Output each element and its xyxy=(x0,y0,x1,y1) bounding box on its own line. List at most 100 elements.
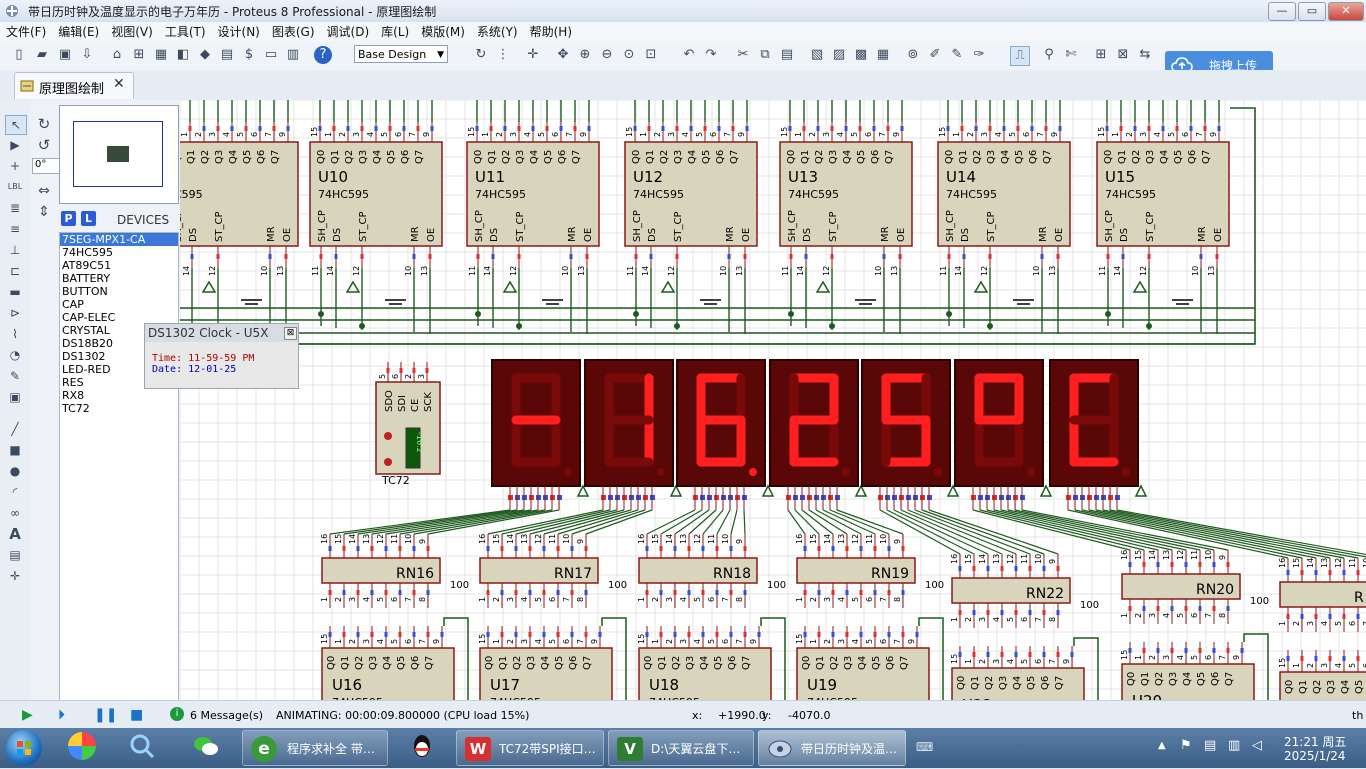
pinned-search-icon[interactable] xyxy=(128,732,156,760)
grid-icon[interactable]: ⋮ xyxy=(494,46,512,64)
rotate-cw-icon[interactable]: ↻ xyxy=(34,115,54,133)
tab-close-icon[interactable]: ✕ xyxy=(113,76,125,92)
property-icon[interactable]: ✄ xyxy=(1062,46,1080,64)
tape-icon[interactable]: ⌇ xyxy=(5,325,25,343)
messages-count[interactable]: 6 Message(s) xyxy=(190,709,263,722)
selection-mode-icon[interactable]: ↖ xyxy=(5,115,27,135)
menu-design[interactable]: 设计(N) xyxy=(212,22,266,41)
tray-expand-icon[interactable]: ▲ xyxy=(1158,740,1166,751)
qq-icon[interactable] xyxy=(408,732,436,760)
decompose-icon[interactable]: ✑ xyxy=(970,46,988,64)
pick-device-button[interactable]: P xyxy=(61,211,76,226)
home-icon[interactable]: ⌂ xyxy=(108,46,126,64)
close-button[interactable]: ✕ xyxy=(1328,2,1364,21)
package-icon[interactable]: ✎ xyxy=(948,46,966,64)
text-icon[interactable]: A xyxy=(5,525,25,543)
taskbar-item[interactable]: 带日历时钟及温… xyxy=(758,730,906,766)
notes-icon[interactable]: ▥ xyxy=(284,46,302,64)
new-file-icon[interactable]: ▯ xyxy=(10,46,28,64)
schematic-drawing[interactable]: 15Q01Q12Q23Q34Q45Q56Q67Q79C595SH_CP11DS1… xyxy=(180,100,1366,700)
symbol-icon[interactable]: ▤ xyxy=(5,546,25,564)
popup-close-icon[interactable]: ⊠ xyxy=(284,327,297,340)
device-item[interactable]: RX8 xyxy=(60,389,178,402)
taskbar-item[interactable]: V D:\天翼云盘下… xyxy=(608,730,754,766)
pause-icon[interactable]: ❚❚ xyxy=(94,707,117,723)
copy-icon[interactable]: ⧉ xyxy=(756,46,774,64)
clock-time[interactable]: 21:21 周五 xyxy=(1284,733,1346,750)
rotate-ccw-icon[interactable]: ↺ xyxy=(34,136,54,154)
origin-icon[interactable]: ✛ xyxy=(524,46,542,64)
menu-file[interactable]: 文件(F) xyxy=(0,22,52,41)
cut-icon[interactable]: ✂ xyxy=(734,46,752,64)
ds1302-clock-popup[interactable]: DS1302 Clock - U5X ⊠ Time: 11-59-59 PM D… xyxy=(144,323,299,389)
subcircuit-icon[interactable]: ⊥ xyxy=(5,241,25,259)
block-copy-icon[interactable]: ▧ xyxy=(808,46,826,64)
make-device-icon[interactable]: ✐ xyxy=(926,46,944,64)
menu-library[interactable]: 库(L) xyxy=(375,22,415,41)
component-mode-icon[interactable]: ▶ xyxy=(5,136,25,154)
zoom-area-icon[interactable]: ⊡ xyxy=(642,46,660,64)
path-icon[interactable]: ∞ xyxy=(5,504,25,522)
overview-window[interactable] xyxy=(59,105,179,204)
clock-date[interactable]: 2025/1/24 xyxy=(1284,749,1346,763)
library-button[interactable]: L xyxy=(81,211,96,226)
paste-icon[interactable]: ▤ xyxy=(778,46,796,64)
refresh-icon[interactable]: ↻ xyxy=(472,46,490,64)
minimize-button[interactable]: — xyxy=(1268,2,1296,21)
graph-icon[interactable]: ⊳ xyxy=(5,304,25,322)
wechat-icon[interactable] xyxy=(192,732,220,760)
line-icon[interactable]: ╱ xyxy=(5,420,25,438)
3d-icon[interactable]: ◆ xyxy=(196,46,214,64)
circle-icon[interactable]: ● xyxy=(5,462,25,480)
mirror-horizontal-icon[interactable]: ⇔ xyxy=(34,182,54,200)
menu-template[interactable]: 模版(M) xyxy=(415,22,471,41)
device-item[interactable]: AT89C51 xyxy=(60,259,178,272)
box-icon[interactable]: ■ xyxy=(5,441,25,459)
junction-dot-icon[interactable]: + xyxy=(5,157,25,175)
text-script-icon[interactable]: ≣ xyxy=(5,199,25,217)
taskbar-item[interactable]: e 程序求补全 带… xyxy=(242,730,388,766)
redo-icon[interactable]: ↷ xyxy=(702,46,720,64)
tab-schematic[interactable]: 原理图绘制 ✕ xyxy=(14,72,134,99)
network-icon[interactable]: ▥ xyxy=(1228,738,1240,753)
block-rotate-icon[interactable]: ▩ xyxy=(852,46,870,64)
pcb-icon[interactable]: ◧ xyxy=(174,46,192,64)
menu-view[interactable]: 视图(V) xyxy=(105,22,159,41)
pin-icon[interactable]: ▬ xyxy=(5,283,25,301)
schematic-canvas[interactable]: 15Q01Q12Q23Q34Q45Q56Q67Q79C595SH_CP11DS1… xyxy=(180,100,1366,700)
probe-icon[interactable]: ✎ xyxy=(5,367,25,385)
block-move-icon[interactable]: ▨ xyxy=(830,46,848,64)
wire-autoroute-icon[interactable]: ⎍ xyxy=(1010,46,1030,66)
zoom-in-icon[interactable]: ⊕ xyxy=(576,46,594,64)
bus-icon[interactable]: ≡ xyxy=(5,220,25,238)
tray-app-icon[interactable]: ⚑ xyxy=(1180,738,1192,753)
menu-system[interactable]: 系统(Y) xyxy=(471,22,524,41)
search-icon[interactable]: ⚲ xyxy=(1040,46,1058,64)
marker-icon[interactable]: ✛ xyxy=(5,567,25,585)
device-item[interactable]: CAP xyxy=(60,298,178,311)
start-button[interactable] xyxy=(6,730,42,766)
pick-device-icon[interactable]: ⊚ xyxy=(904,46,922,64)
terminal-icon[interactable]: ⊏ xyxy=(5,262,25,280)
play-icon[interactable]: ▶ xyxy=(22,707,33,723)
new-sheet-icon[interactable]: ⊞ xyxy=(1092,46,1110,64)
device-item[interactable]: BUTTON xyxy=(60,285,178,298)
save-icon[interactable]: ▣ xyxy=(56,46,74,64)
device-item[interactable]: 7SEG-MPX1-CA xyxy=(60,233,178,246)
pan-icon[interactable]: ✥ xyxy=(554,46,572,64)
menu-tools[interactable]: 工具(T) xyxy=(159,22,212,41)
menu-help[interactable]: 帮助(H) xyxy=(524,22,578,41)
help-icon[interactable]: ? xyxy=(314,46,332,64)
schematic-icon[interactable]: ⊞ xyxy=(130,46,148,64)
stop-icon[interactable]: ■ xyxy=(130,707,143,723)
arc-icon[interactable]: ◜ xyxy=(5,483,25,501)
undo-icon[interactable]: ↶ xyxy=(680,46,698,64)
block-delete-icon[interactable]: ▦ xyxy=(874,46,892,64)
taskbar-item[interactable]: W TC72带SPI接口… xyxy=(456,730,604,766)
gerber-icon[interactable]: ▤ xyxy=(218,46,236,64)
volume-icon[interactable]: ◁ xyxy=(1252,738,1262,753)
code-icon[interactable]: ▭ xyxy=(262,46,280,64)
virtual-instrument-icon[interactable]: ▣ xyxy=(5,388,25,406)
open-folder-icon[interactable]: ▰ xyxy=(33,46,51,64)
maximize-button[interactable]: ▭ xyxy=(1298,2,1326,21)
